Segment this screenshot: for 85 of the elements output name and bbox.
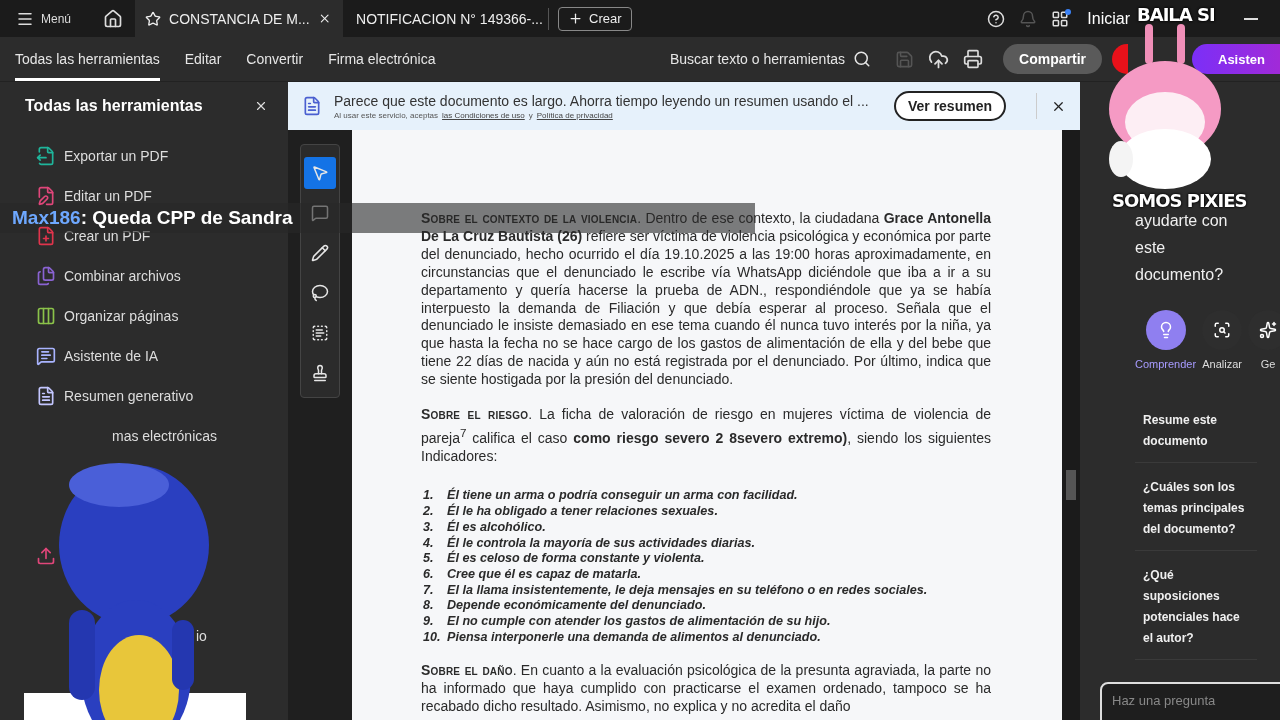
sign-in-button[interactable]: Iniciar bbox=[1087, 9, 1130, 28]
paragraph: Sobre el riesgo. La ficha de valoración de riesgo en mujeres víctima de violencia de pareja$^{7}$ califica el caso como riesgo severo 2 8severo extremo), siendo los siguientes Indicadores: bbox=[421, 406, 991, 466]
create-button[interactable]: Crear bbox=[558, 6, 632, 31]
menu-tab[interactable]: Convertir bbox=[246, 37, 304, 81]
tool-label[interactable]: Crear un PDF bbox=[64, 228, 151, 244]
scrollbar-thumb[interactable] bbox=[1066, 470, 1076, 500]
comment-icon bbox=[311, 204, 329, 222]
suggestion-button[interactable]: ¿Cuáles son los temas principales del documento? bbox=[1135, 467, 1257, 551]
minimize-icon bbox=[1244, 17, 1258, 20]
question-field[interactable]: Haz una pregunta bbox=[1100, 682, 1280, 720]
list-item: 4. Él le controla la mayoría de sus actividades diarias. bbox=[422, 535, 756, 550]
help-button[interactable] bbox=[987, 9, 1006, 28]
sticker-caption: SOMOS PIXIES bbox=[1112, 190, 1247, 211]
tool-label[interactable]: Resumen generativo bbox=[64, 388, 194, 404]
chat-username: Max186 bbox=[12, 207, 81, 229]
file-icon[interactable] bbox=[36, 146, 56, 166]
close-button[interactable] bbox=[254, 99, 268, 113]
pointer-icon bbox=[311, 164, 329, 182]
cloud-upload-icon bbox=[928, 48, 950, 70]
chat-message: : Queda CPP de Sandra bbox=[80, 207, 293, 229]
view-summary-button[interactable]: Ver resumen bbox=[893, 91, 1006, 121]
list-item: 10. Piensa interponerle una demanda de alimentos al denunciado. bbox=[422, 629, 822, 646]
list-item: 7. El la llama insistentemente, le deja mensajes en su teléfono o en redes sociales. bbox=[422, 582, 929, 599]
tool-label[interactable]: Exportar un PDF bbox=[64, 148, 169, 164]
search-icon bbox=[853, 50, 872, 68]
pill-button[interactable] bbox=[1112, 44, 1128, 74]
menu-tab[interactable]: Editar bbox=[184, 37, 222, 81]
share-button[interactable]: Compartir bbox=[1003, 44, 1102, 74]
assistant-button[interactable]: Asisten bbox=[1192, 44, 1280, 74]
list-item: 8. Depende económicamente del denunciado. bbox=[422, 598, 707, 615]
document-icon bbox=[302, 96, 322, 116]
printer-icon bbox=[963, 49, 984, 69]
list-item: 1. Él tiene un arma o podría conseguir un arma con facilidad. bbox=[422, 488, 799, 503]
help-icon bbox=[987, 9, 1006, 28]
banner-message: Parece que este documento es largo. Ahorra tiempo leyendo un resumen usando el ... bbox=[334, 92, 870, 109]
paragraph: Sobre el daño. En cuanto a la evaluación psicológica de la presunta agraviada, la parte no ha informado que haya cumplido con practicarse el examen ordenado, tampoco se ha recabado dicho resultado. Asimismo, no explica y no acredita el daño bbox=[421, 662, 991, 717]
list-item: 3. Él es alcohólico. bbox=[422, 519, 547, 535]
sparkles-icon bbox=[1259, 321, 1278, 339]
privacy-link[interactable]: Política de privacidad bbox=[536, 110, 613, 120]
list-item: 9. El no cumple con atender los gastos de alimentación de su hijo. bbox=[422, 614, 832, 630]
tool-label[interactable]: io bbox=[196, 628, 207, 644]
print-button[interactable] bbox=[963, 49, 984, 69]
bell-icon bbox=[1019, 9, 1038, 28]
sticker-caption: BAILA SI bbox=[1137, 4, 1215, 25]
list-item: 6. Cree que él es capaz de matarla. bbox=[422, 566, 642, 583]
apps-button[interactable] bbox=[1051, 9, 1070, 28]
tool-label[interactable]: Organizar páginas bbox=[64, 308, 179, 324]
file-icon[interactable] bbox=[36, 346, 56, 366]
file-icon[interactable] bbox=[36, 186, 56, 206]
document-tab[interactable]: CONSTANCIA DE M... bbox=[135, 0, 344, 37]
plus-icon bbox=[568, 11, 584, 26]
close-button[interactable] bbox=[1036, 93, 1066, 119]
terms-link[interactable]: las Condiciones de uso bbox=[442, 110, 525, 120]
select-tool-button[interactable] bbox=[304, 157, 336, 189]
menu-tab[interactable]: Firma electrónica bbox=[328, 37, 436, 81]
minimize-button[interactable] bbox=[1244, 17, 1258, 20]
list-item: 5. Él es celoso de forma constante y violenta. bbox=[422, 551, 706, 567]
suggestion-button[interactable]: ¿Qué suposiciones potenciales hace el autor? bbox=[1135, 555, 1257, 660]
magnifier-icon bbox=[1213, 321, 1232, 339]
home-icon bbox=[103, 8, 124, 29]
panel-title: Todas las herramientas bbox=[25, 97, 203, 115]
document-tab[interactable]: NOTIFICACION N° 149366-... bbox=[343, 0, 549, 37]
file-icon[interactable] bbox=[36, 306, 56, 326]
tool-label[interactable]: Editar un PDF bbox=[64, 188, 152, 204]
search-button[interactable]: Buscar texto o herramientas bbox=[670, 50, 872, 68]
upload-button[interactable] bbox=[928, 48, 950, 70]
text-select-icon bbox=[311, 324, 329, 342]
lasso-icon bbox=[311, 284, 329, 302]
stamp-icon bbox=[311, 364, 329, 382]
save-icon bbox=[895, 49, 915, 69]
upload-icon[interactable] bbox=[36, 546, 56, 566]
terms-text: Al usar este servicio, aceptas las Condiciones de uso y Política de privacidad bbox=[334, 110, 614, 120]
tool-label[interactable]: Combinar archivos bbox=[64, 268, 181, 284]
star-icon bbox=[145, 9, 162, 28]
tool-label[interactable]: Asistente de IA bbox=[64, 348, 159, 364]
tool-label[interactable]: mas electrónicas bbox=[112, 428, 218, 444]
file-icon[interactable] bbox=[36, 386, 56, 406]
menu-button[interactable]: Menú bbox=[14, 7, 74, 30]
suggestion-button[interactable]: Resume este documento bbox=[1135, 400, 1257, 463]
list-item: 2. Él le ha obligado a tener relaciones sexuales. bbox=[422, 504, 719, 519]
pencil-icon bbox=[311, 244, 329, 262]
assistant-greeting: ayudarte con este documento? bbox=[1135, 211, 1229, 285]
close-icon bbox=[254, 99, 268, 113]
assistant-action[interactable]: Comprender bbox=[1135, 310, 1197, 370]
grid-icon bbox=[1051, 9, 1070, 28]
